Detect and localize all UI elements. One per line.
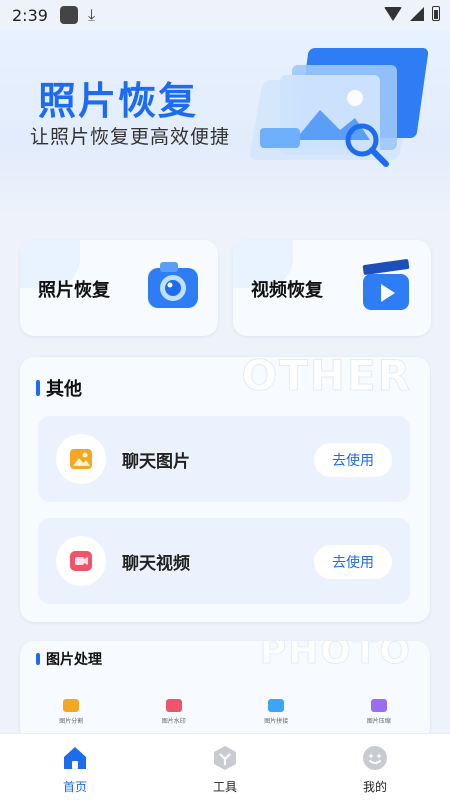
- tab-profile[interactable]: 我的: [300, 734, 450, 800]
- tool-image-compress[interactable]: 图片压缩: [328, 699, 431, 725]
- home-icon: [64, 747, 86, 769]
- other-watermark: OTHER: [241, 351, 412, 401]
- photo-title-text: 图片处理: [46, 652, 102, 668]
- image-icon: [70, 449, 92, 469]
- hero-subtitle: 让照片恢复更高效便捷: [30, 126, 231, 148]
- photo-processing-section: PHOTO 图片处理 图片分割 图片水印 图片拼接 图片压缩: [20, 641, 430, 741]
- photo-recovery-label: 照片恢复: [38, 280, 110, 301]
- other-section: OTHER 其他 聊天图片 去使用 聊天视频 去使用: [20, 351, 430, 622]
- photo-section-title: 图片处理: [36, 649, 102, 669]
- other-section-title: 其他: [36, 375, 82, 401]
- image-split-icon: [63, 699, 80, 712]
- chat-videos-use-button[interactable]: 去使用: [314, 545, 392, 579]
- tool-image-split[interactable]: 图片分割: [20, 699, 123, 725]
- photo-watermark: PHOTO: [259, 641, 412, 673]
- wifi-icon: [384, 6, 402, 21]
- bottom-tab-bar: 首页 工具 我的: [0, 733, 450, 800]
- profile-icon: [363, 746, 387, 770]
- video-recovery-label: 视频恢复: [251, 280, 323, 301]
- photo-tools: 图片分割 图片水印 图片拼接 图片压缩: [20, 699, 430, 725]
- video-clapper-icon: [362, 259, 410, 310]
- video-icon: [70, 551, 92, 571]
- status-time: 2:39: [12, 5, 48, 25]
- image-compress-icon: [370, 699, 387, 712]
- hero-title: 照片恢复: [38, 79, 199, 123]
- chat-images-row[interactable]: 聊天图片 去使用: [38, 416, 410, 502]
- notification-app-icon: [59, 6, 78, 24]
- tool-image-stitch[interactable]: 图片拼接: [225, 699, 328, 725]
- chat-videos-label: 聊天视频: [122, 554, 190, 574]
- video-recovery-card[interactable]: 视频恢复: [233, 240, 431, 336]
- photo-recovery-card[interactable]: 照片恢复: [20, 240, 218, 336]
- tab-home[interactable]: 首页: [0, 734, 150, 800]
- tools-icon: [214, 746, 236, 770]
- image-stitch-icon: [268, 699, 285, 712]
- hero-illustration: [250, 48, 429, 167]
- chat-images-use-button[interactable]: 去使用: [314, 443, 392, 477]
- battery-icon: [432, 6, 440, 21]
- image-watermark-icon: [165, 699, 182, 712]
- download-icon: ⤓: [87, 5, 96, 24]
- tool-image-watermark[interactable]: 图片水印: [123, 699, 226, 725]
- other-title-text: 其他: [46, 379, 82, 400]
- signal-icon: [410, 6, 424, 21]
- status-indicators: [384, 6, 440, 21]
- hero-banner: 照片恢复 让照片恢复更高效便捷: [0, 30, 450, 220]
- camera-icon: [148, 262, 198, 308]
- tab-tools[interactable]: 工具: [150, 734, 300, 800]
- chat-images-label: 聊天图片: [122, 452, 190, 472]
- status-bar: 2:39 ⤓: [0, 0, 450, 30]
- chat-videos-row[interactable]: 聊天视频 去使用: [38, 518, 410, 604]
